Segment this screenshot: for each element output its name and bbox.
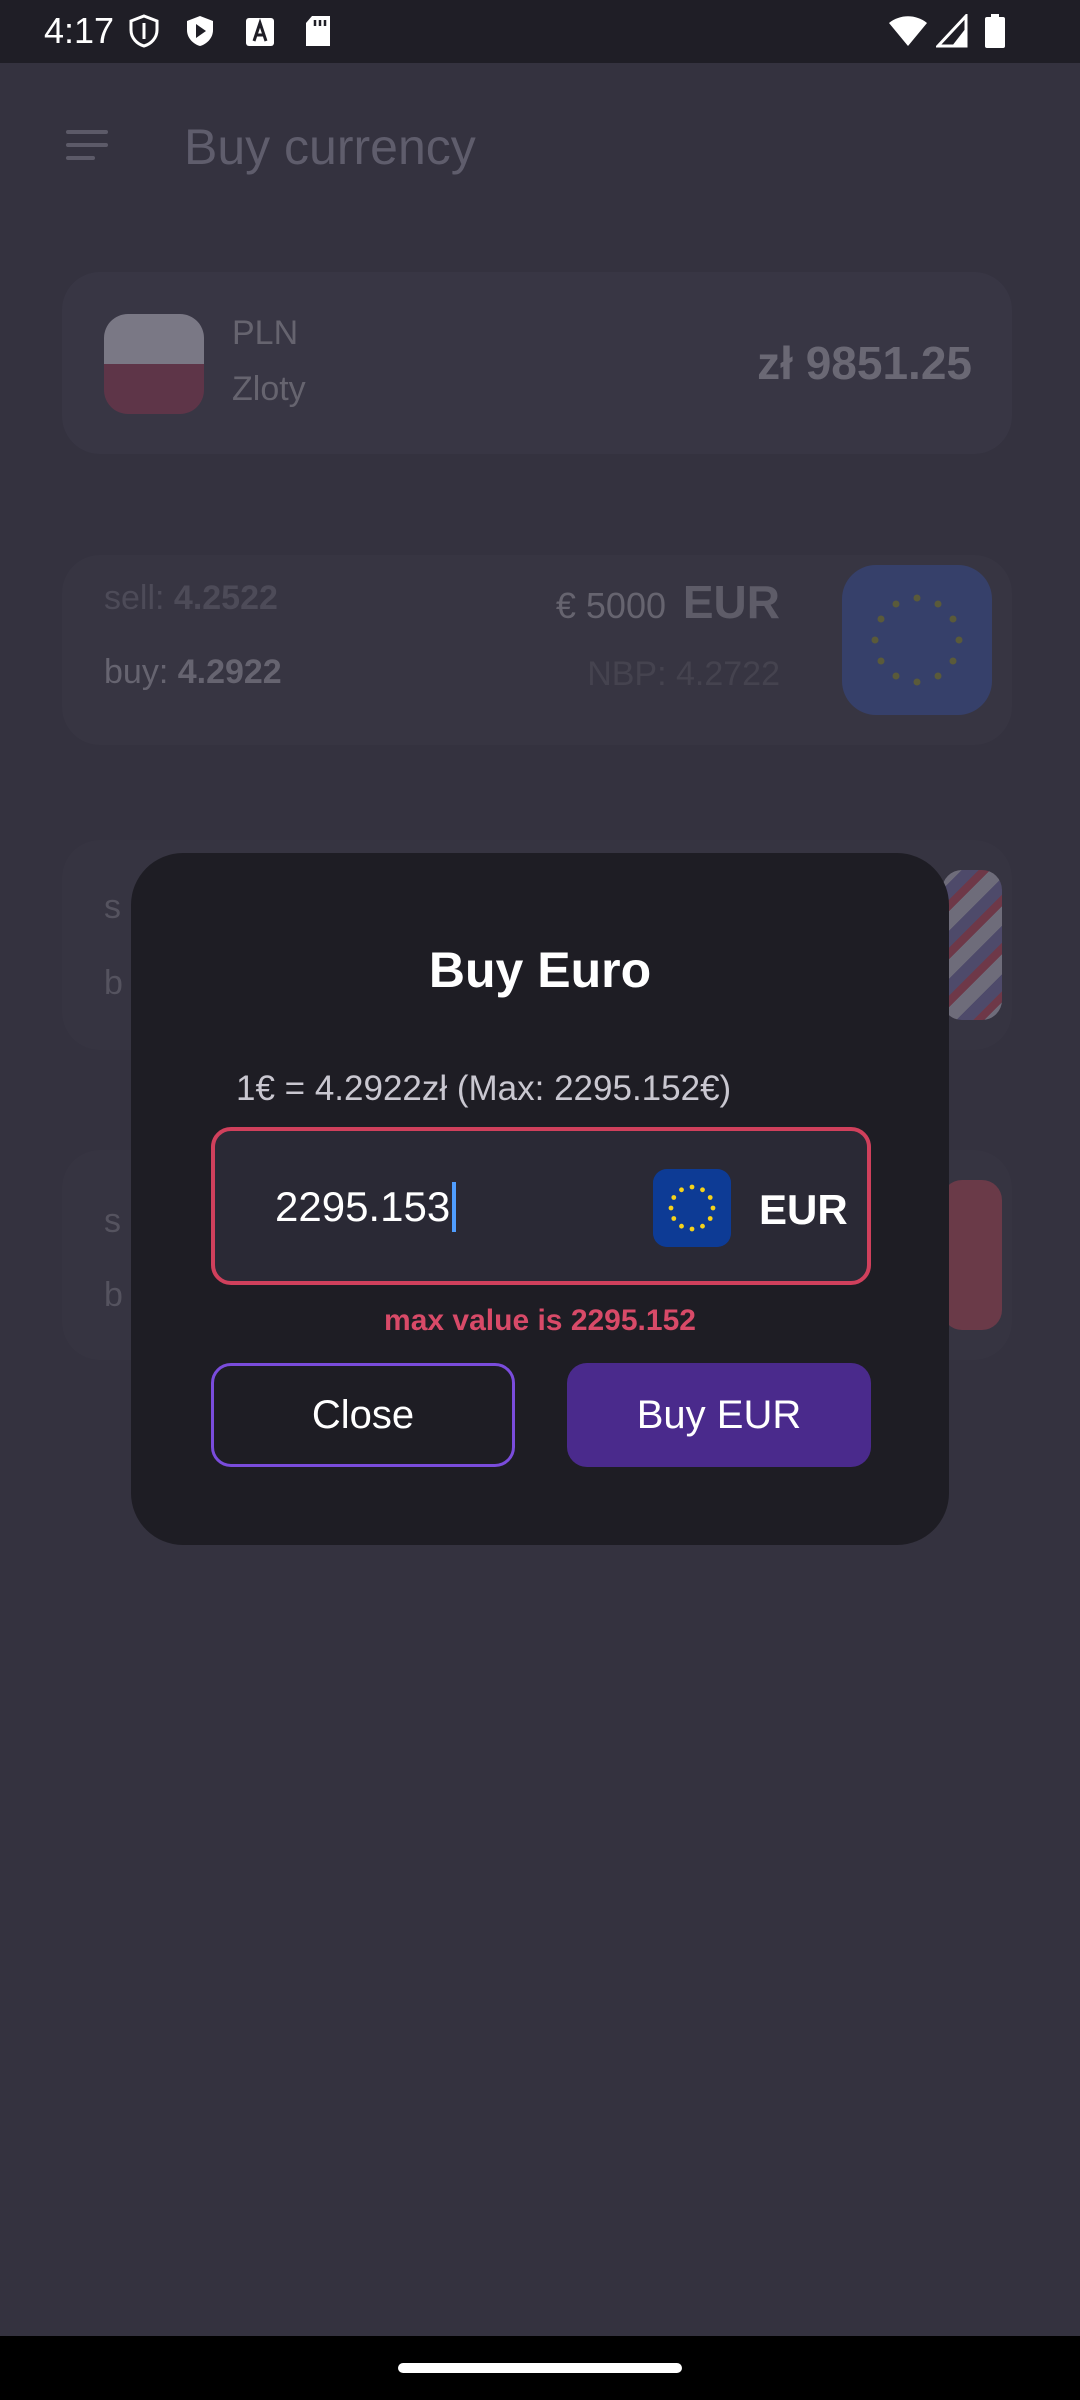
- eu-flag-icon: [653, 1169, 731, 1247]
- dialog-title: Buy Euro: [428, 942, 652, 998]
- buy-rate: b: [104, 964, 123, 1002]
- text-cursor: [452, 1182, 457, 1232]
- signal-icon: [936, 14, 968, 48]
- font-icon: [246, 18, 274, 46]
- amount-input-value[interactable]: 2295.153: [275, 1181, 457, 1233]
- balance-amount: zł 9851.25: [757, 337, 972, 389]
- battery-icon: [985, 14, 1005, 48]
- navigation-bar: [0, 2336, 1080, 2400]
- poland-flag-icon: [104, 314, 204, 414]
- status-bar: 4:17: [0, 0, 1080, 63]
- currency-code: EUR: [682, 576, 780, 628]
- eur-amount: € 5000: [555, 585, 666, 626]
- close-button[interactable]: Close: [211, 1363, 515, 1467]
- home-gesture-handle[interactable]: [398, 2363, 682, 2373]
- sell-rate: sell: 4.2522: [104, 579, 278, 617]
- pln-balance-card[interactable]: PLN Zloty zł 9851.25: [62, 272, 1012, 454]
- page-title: Buy currency: [184, 119, 476, 175]
- play-protect-icon: [187, 16, 213, 46]
- buy-button[interactable]: Buy EUR: [567, 1363, 871, 1467]
- exchange-rate-info: 1€ = 4.2922zł (Max: 2295.152€): [236, 1069, 732, 1108]
- shield-icon: [129, 14, 159, 48]
- input-currency-code: EUR: [759, 1186, 848, 1233]
- sd-card-icon: [306, 16, 330, 46]
- sell-rate: s: [104, 888, 121, 926]
- flag-icon: [942, 1180, 1002, 1330]
- nbp-rate: NBP: 4.2722: [587, 655, 780, 693]
- buy-rate: buy: 4.2922: [104, 653, 282, 691]
- currency-name: Zloty: [232, 370, 306, 408]
- buy-dialog: Buy Euro 1€ = 4.2922zł (Max: 2295.152€) …: [131, 853, 949, 1545]
- eur-currency-card[interactable]: sell: 4.2522 buy: 4.2922 € 5000 EUR NBP:…: [62, 555, 1012, 745]
- amount-input[interactable]: 2295.153 EUR: [211, 1127, 871, 1285]
- error-message: max value is 2295.152: [384, 1304, 696, 1337]
- sell-rate: s: [104, 1202, 121, 1240]
- wifi-icon: [889, 16, 927, 46]
- menu-icon[interactable]: [66, 130, 108, 164]
- currency-code: PLN: [232, 314, 299, 352]
- uk-flag-icon: [942, 870, 1002, 1020]
- screen: 4:17 Buy currency PLN Zloty zł 9851.25 s…: [0, 0, 1080, 2400]
- buy-rate: b: [104, 1276, 123, 1314]
- eu-flag-icon: [842, 565, 992, 715]
- status-time: 4:17: [44, 10, 115, 51]
- amount-text: 2295.153: [275, 1183, 451, 1230]
